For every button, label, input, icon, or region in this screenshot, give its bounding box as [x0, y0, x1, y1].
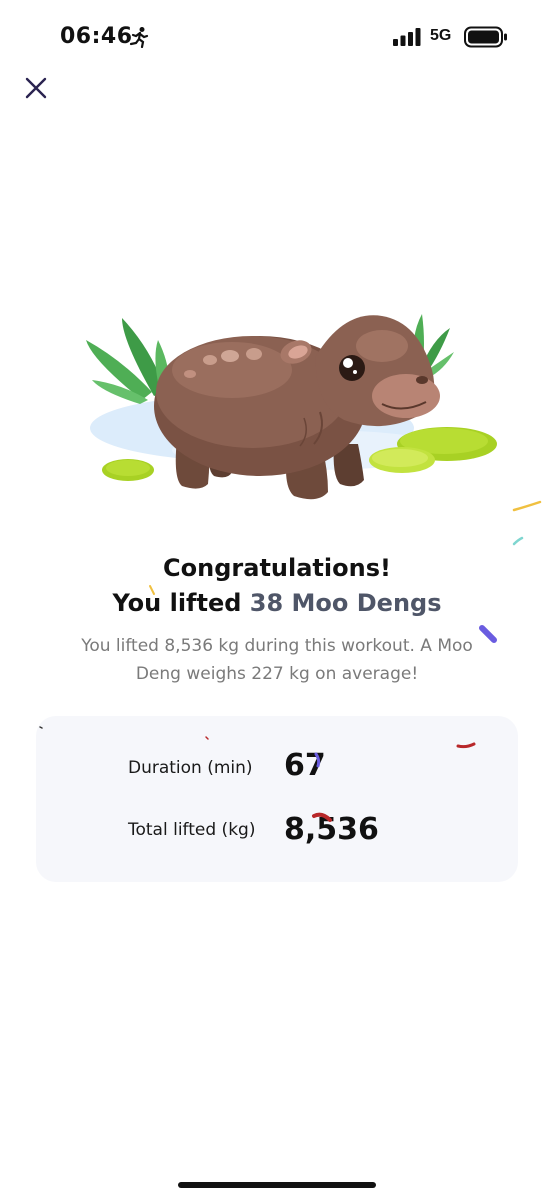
- home-indicator[interactable]: [178, 1182, 376, 1188]
- confetti-decoration: [39, 500, 542, 822]
